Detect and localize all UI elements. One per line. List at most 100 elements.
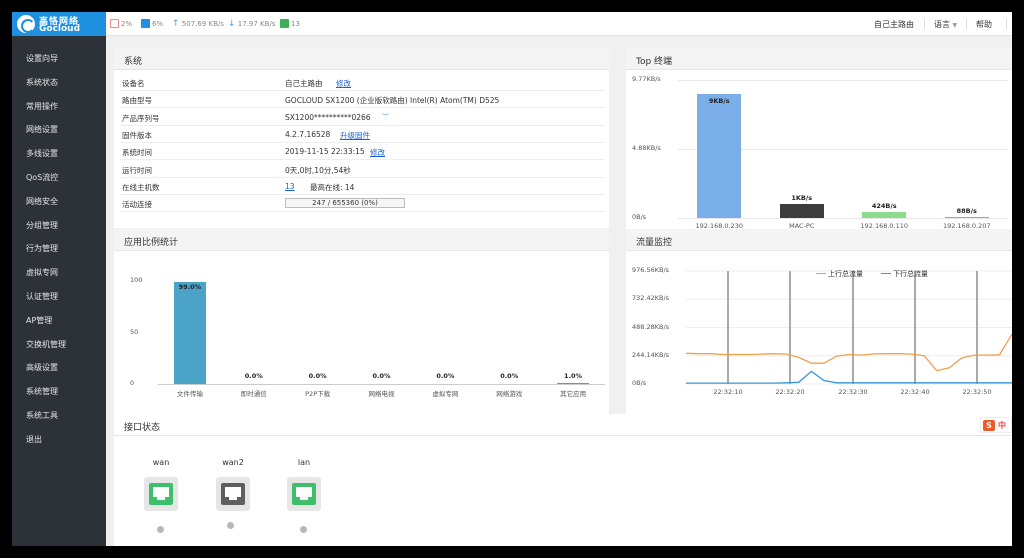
sidebar-item[interactable]: 分组管理 (26, 220, 58, 231)
system-panel: 系统 设备名 自己主路由 修改 路由型号 GOCLOUD SX1200 (企业版软路由)… (114, 48, 609, 228)
bar-value-label: 1KB/s (791, 194, 813, 203)
connections-progress: 247 / 655360 (0%) (285, 198, 405, 209)
bar-value-label: 1.0% (564, 372, 583, 380)
ram-value: 6% (152, 20, 164, 28)
x-tick-label: 其它应用 (560, 390, 587, 398)
traffic-chart: 976.56KB/s 732.42KB/s 488.28KB/s 244.14KB/s… (626, 251, 1012, 416)
x-tick-label: 网络游戏 (496, 390, 523, 398)
bar (779, 204, 824, 218)
legend-item[interactable]: 下行总流量 (881, 269, 928, 279)
sidebar-item[interactable]: 高级设置 (26, 362, 58, 373)
row-link[interactable]: 修改 (370, 147, 385, 158)
row-value: 2019-11-15 22:33:15 (285, 147, 365, 157)
bar-value-label: 0.0% (372, 372, 391, 380)
x-tick-label: 文件传输 (176, 390, 203, 398)
upload-status: ↑ 507.69 KB/s (172, 19, 224, 29)
top-terminal-panel: Top 终端 9.77KB/s 4.88KB/s 0B/s 9KB/s 192.168.… (626, 48, 1012, 232)
y-tick-label: 0B/s (632, 213, 647, 221)
max-online-text: 最高在线: 14 (310, 182, 355, 192)
upload-arrow-icon: ↑ (172, 19, 180, 29)
sidebar-item[interactable]: 虚拟专网 (26, 267, 58, 278)
ime-badge[interactable]: S 中 (980, 417, 1012, 433)
header-divider (966, 19, 967, 29)
help-link[interactable]: 帮助 (976, 19, 992, 30)
traffic-panel: 流量监控 976.56KB/s 732.42KB/s 488.28KB/s 244.1… (626, 229, 1012, 416)
ethernet-port-icon (292, 483, 316, 505)
interface-panel: 接口状态 wan wan2 lan (114, 414, 1012, 546)
link-status-dot (227, 522, 234, 529)
ethernet-port-icon (149, 483, 173, 505)
sidebar-item[interactable]: 系统工具 (26, 410, 58, 421)
sidebar-item[interactable]: AP管理 (26, 315, 52, 326)
router-name-link[interactable]: 自己主路由 (874, 19, 914, 30)
cloud-logo-icon (17, 15, 35, 33)
row-value: 自己主路由 (285, 79, 323, 88)
app-window: 高恪网络 Gocloud 2% 6% ↑ 507.69 KB/s ↓ 17.97… (12, 12, 1012, 546)
system-row: 在线主机数 13 最高在线: 14 (120, 178, 605, 195)
panel-header: 应用比例统计 (114, 229, 609, 251)
x-tick-label: 22:32:30 (838, 388, 868, 396)
system-row: 设备名 自己主路由 修改 (120, 74, 605, 91)
sidebar-item[interactable]: 系统管理 (26, 386, 58, 397)
row-link[interactable]: 升级固件 (340, 130, 370, 141)
series-line (685, 333, 1012, 372)
bar-value-label: 0.0% (244, 372, 263, 380)
row-label: 路由型号 (122, 96, 152, 106)
sogou-icon: S (983, 420, 995, 431)
y-tick-label: 50 (130, 327, 139, 336)
collapse-chevron-icon[interactable]: ︶ (382, 112, 389, 122)
cpu-icon (110, 19, 119, 28)
sidebar-item[interactable]: 网络安全 (26, 196, 58, 207)
caret-down-icon: ▼ (952, 22, 958, 29)
y-tick-label: 976.56KB/s (632, 266, 670, 274)
language-menu[interactable]: 语言 ▼ (934, 19, 957, 30)
sidebar-item[interactable]: 行为管理 (26, 243, 58, 254)
x-tick-label: 即时通信 (240, 390, 267, 398)
interface-port-wan2[interactable] (216, 477, 250, 511)
x-tick-label: 网络电视 (368, 390, 395, 398)
sidebar-item[interactable]: 交换机管理 (26, 339, 66, 350)
connections-text: 247 / 655360 (0%) (312, 199, 378, 208)
grid-line (678, 218, 1008, 219)
legend-swatch (816, 273, 826, 274)
bar (697, 93, 742, 218)
system-row: 产品序列号 SX1200**********0266 ︶ (120, 109, 605, 126)
monitor-icon (280, 19, 289, 28)
y-tick-label: 244.14KB/s (632, 350, 670, 359)
top-header: 高恪网络 Gocloud 2% 6% ↑ 507.69 KB/s ↓ 17.97… (12, 12, 1012, 36)
row-link[interactable]: 修改 (336, 78, 351, 89)
download-arrow-icon: ↓ (228, 19, 236, 29)
interface-port-wan[interactable] (144, 477, 178, 511)
interface-port-lan[interactable] (287, 477, 321, 511)
panel-title: Top 终端 (636, 57, 673, 67)
legend-label: 下行总流量 (893, 270, 928, 278)
sidebar-item[interactable]: QoS流控 (26, 172, 58, 183)
link-status-dot (300, 526, 307, 533)
sidebar-item[interactable]: 认证管理 (26, 291, 58, 302)
upload-value: 507.69 KB/s (181, 20, 224, 28)
row-value[interactable]: 13 (285, 182, 295, 191)
bar-value-label: 0.0% (308, 372, 327, 380)
sidebar-item[interactable]: 常用操作 (26, 101, 58, 112)
panel-title: 流量监控 (636, 238, 673, 248)
sidebar-item[interactable]: 网络设置 (26, 124, 58, 135)
legend-swatch (881, 273, 891, 274)
legend-item[interactable]: 上行总流量 (816, 269, 863, 279)
panel-header: 接口状态 (114, 414, 1012, 436)
interface-name: wan2 (222, 458, 244, 467)
sidebar-item[interactable]: 系统状态 (26, 77, 58, 88)
y-tick-label: 0B/s (632, 379, 647, 387)
x-tick-label: 22:32:20 (775, 388, 805, 396)
logo[interactable]: 高恪网络 Gocloud (12, 12, 106, 36)
row-value: GOCLOUD SX1200 (企业版软路由) Intel(R) Atom(TM… (285, 96, 500, 106)
bar (944, 216, 989, 218)
sidebar-item[interactable]: 多线设置 (26, 148, 58, 159)
sidebar-item[interactable]: 退出 (26, 434, 42, 445)
bar-value-label: 424B/s (871, 202, 897, 211)
sidebar: 设置向导系统状态常用操作网络设置多线设置 QoS流控网络安全分组管理行为管理虚拟专… (12, 36, 106, 546)
row-label: 固件版本 (122, 130, 152, 140)
download-status: ↓ 17.97 KB/s (228, 19, 275, 29)
legend-label: 上行总流量 (828, 270, 863, 278)
interface-name: wan (152, 458, 170, 467)
sidebar-item[interactable]: 设置向导 (26, 53, 58, 64)
